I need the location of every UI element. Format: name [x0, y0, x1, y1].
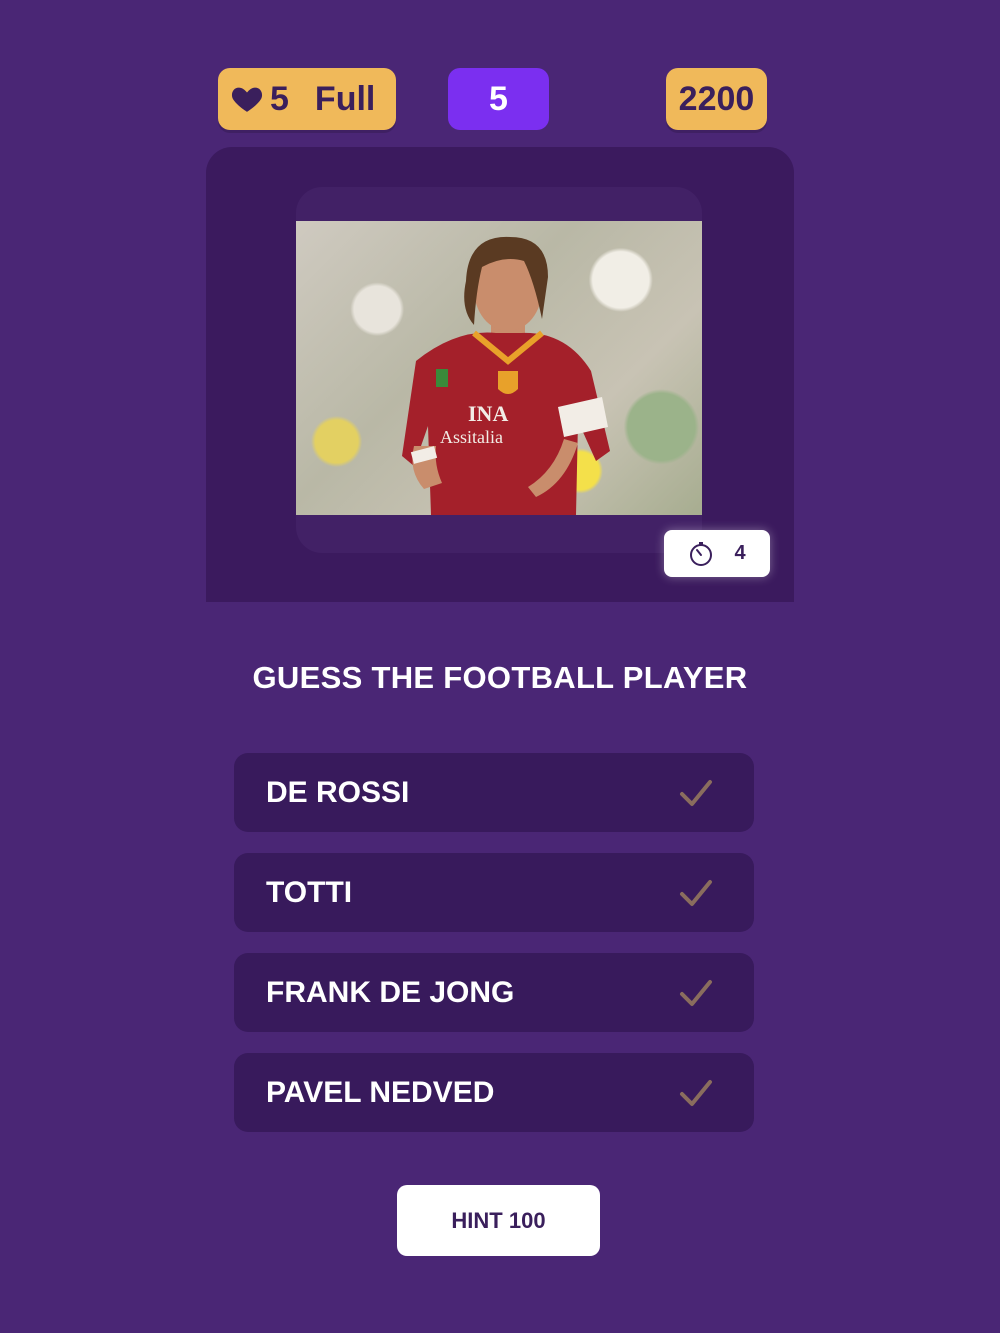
coin-score[interactable]: 2200: [666, 68, 767, 130]
answer-label: FRANK DE JONG: [266, 975, 515, 1009]
answer-option[interactable]: DE ROSSI: [234, 753, 754, 832]
player-photo: INA Assitalia: [296, 221, 702, 515]
lives-count: 5: [270, 79, 289, 118]
answer-label: PAVEL NEDVED: [266, 1075, 495, 1109]
check-icon: [680, 780, 712, 806]
answer-option[interactable]: PAVEL NEDVED: [234, 1053, 754, 1132]
level-badge: 5: [448, 68, 549, 130]
image-frame: INA Assitalia: [296, 187, 702, 553]
stopwatch-icon: [688, 541, 714, 567]
hint-button[interactable]: HINT 100: [397, 1185, 600, 1256]
answer-label: DE ROSSI: [266, 775, 410, 809]
answer-option[interactable]: FRANK DE JONG: [234, 953, 754, 1032]
check-icon: [680, 1080, 712, 1106]
check-icon: [680, 880, 712, 906]
answer-option[interactable]: TOTTI: [234, 853, 754, 932]
heart-icon: [230, 82, 264, 116]
question-title: GUESS THE FOOTBALL PLAYER: [252, 660, 748, 695]
check-icon: [680, 980, 712, 1006]
sponsor-text-assitalia: Assitalia: [440, 427, 503, 447]
lives-status: Full: [314, 79, 376, 118]
timer-box: 4: [664, 530, 770, 577]
timer-value: 4: [734, 542, 746, 564]
sponsor-text-ina: INA: [468, 401, 508, 426]
answer-label: TOTTI: [266, 875, 353, 909]
lives-badge[interactable]: 5 Full: [218, 68, 396, 130]
